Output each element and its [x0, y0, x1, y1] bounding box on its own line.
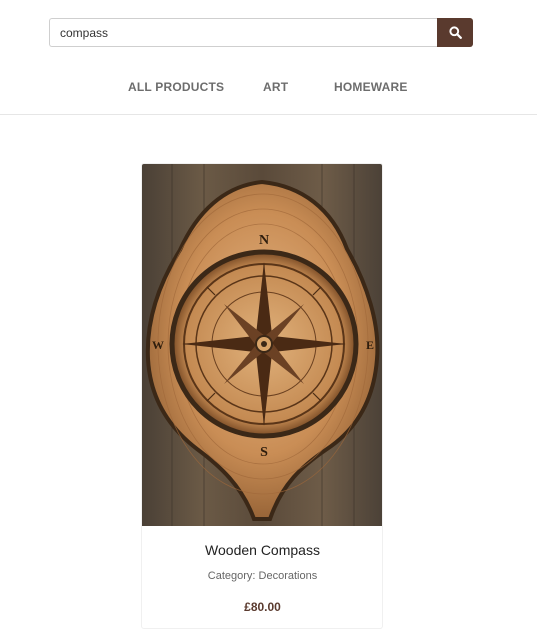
header-divider: [0, 114, 537, 115]
search-button[interactable]: [437, 18, 473, 47]
search-bar: [49, 18, 473, 47]
search-input[interactable]: [49, 18, 437, 47]
product-title[interactable]: Wooden Compass: [142, 542, 382, 558]
product-price: £80.00: [244, 600, 281, 614]
wooden-compass-image[interactable]: N S W E: [142, 164, 383, 526]
nav-art[interactable]: ART: [263, 80, 288, 94]
svg-text:S: S: [260, 445, 268, 460]
product-card[interactable]: N S W E Wooden Compass Category: Decorat…: [141, 163, 383, 629]
svg-text:E: E: [366, 338, 374, 352]
search-icon: [448, 26, 462, 39]
category-nav: ALL PRODUCTS ART HOMEWARE: [0, 80, 537, 98]
nav-homeware[interactable]: HOMEWARE: [334, 80, 408, 94]
svg-text:W: W: [152, 338, 164, 352]
svg-text:N: N: [259, 233, 269, 248]
nav-all-products[interactable]: ALL PRODUCTS: [128, 80, 224, 94]
product-category: Category: Decorations: [207, 570, 318, 582]
